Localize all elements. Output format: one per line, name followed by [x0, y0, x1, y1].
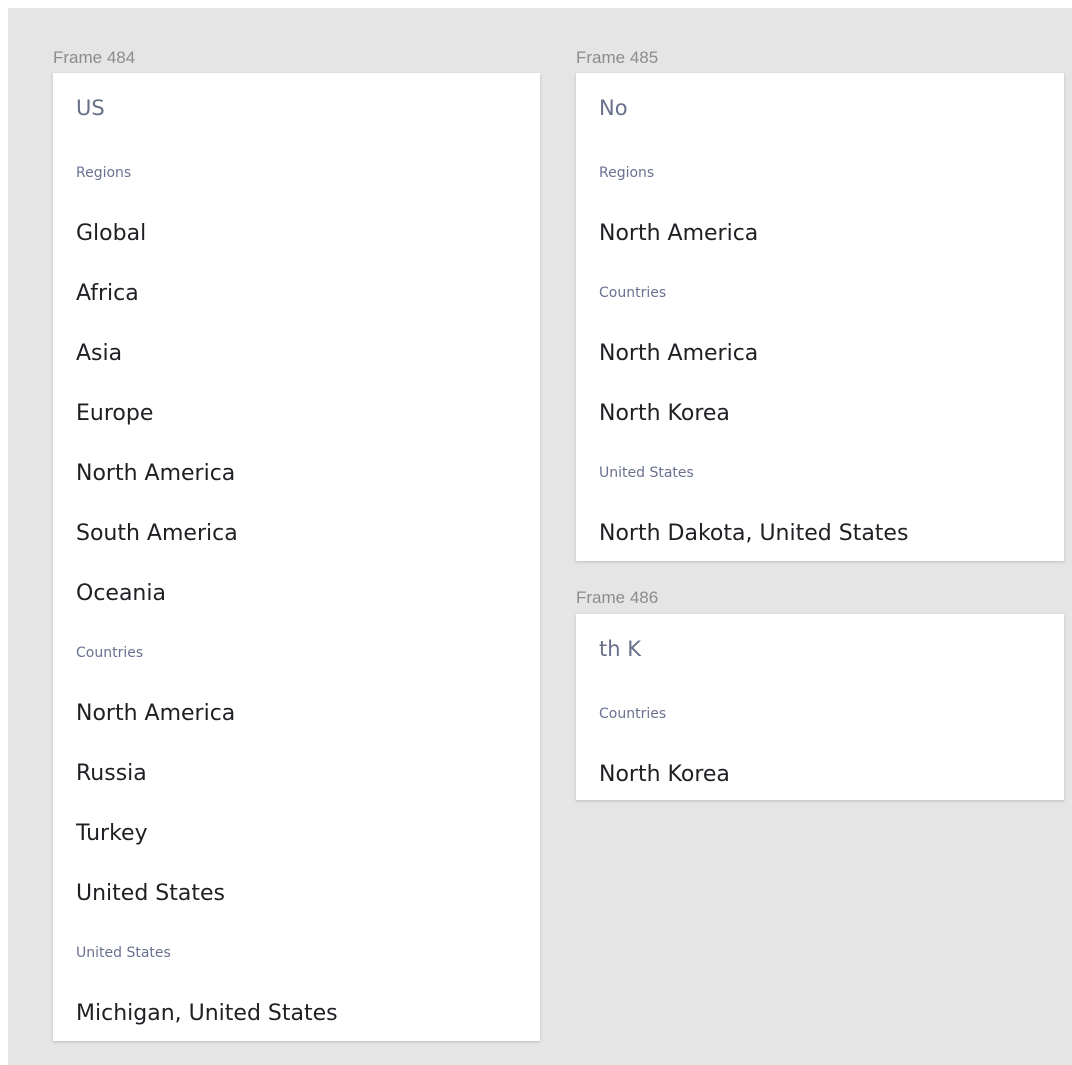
result-item[interactable]: North Dakota, United States: [576, 503, 1064, 563]
group-header: Countries: [599, 706, 667, 722]
frame-label[interactable]: Frame 486: [576, 588, 658, 608]
frame-label[interactable]: Frame 485: [576, 48, 658, 68]
search-query[interactable]: No: [576, 73, 1064, 143]
search-query[interactable]: US: [53, 73, 540, 143]
group-header: Regions: [599, 165, 655, 181]
results-list: Countries North Korea: [576, 684, 1064, 804]
result-item[interactable]: North Korea: [576, 744, 1064, 804]
search-dropdown-frame-484: US Regions Global Africa Asia Europe Nor…: [53, 73, 540, 1041]
group-header: United States: [599, 465, 694, 481]
design-canvas: Frame 484 US Regions Global Africa Asia …: [8, 8, 1072, 1065]
search-dropdown-frame-486: th K Countries North Korea: [576, 614, 1064, 800]
group-header: Countries: [76, 645, 144, 661]
result-item[interactable]: Russia: [53, 743, 540, 803]
results-list: Regions Global Africa Asia Europe North …: [53, 143, 540, 1043]
result-item[interactable]: United States: [53, 863, 540, 923]
result-item[interactable]: North Korea: [576, 383, 1064, 443]
result-item[interactable]: North America: [576, 203, 1064, 263]
results-list: Regions North America Countries North Am…: [576, 143, 1064, 563]
group-header: Regions: [76, 165, 132, 181]
result-item[interactable]: North America: [576, 323, 1064, 383]
result-item[interactable]: Europe: [53, 383, 540, 443]
result-item[interactable]: North America: [53, 683, 540, 743]
search-query[interactable]: th K: [576, 614, 1064, 684]
result-item[interactable]: Turkey: [53, 803, 540, 863]
result-item[interactable]: Asia: [53, 323, 540, 383]
result-item[interactable]: North America: [53, 443, 540, 503]
frame-label[interactable]: Frame 484: [53, 48, 135, 68]
result-item[interactable]: Michigan, United States: [53, 983, 540, 1043]
search-dropdown-frame-485: No Regions North America Countries North…: [576, 73, 1064, 561]
result-item[interactable]: Africa: [53, 263, 540, 323]
group-header: Countries: [599, 285, 667, 301]
result-item[interactable]: Oceania: [53, 563, 540, 623]
result-item[interactable]: Global: [53, 203, 540, 263]
group-header: United States: [76, 945, 171, 961]
result-item[interactable]: South America: [53, 503, 540, 563]
